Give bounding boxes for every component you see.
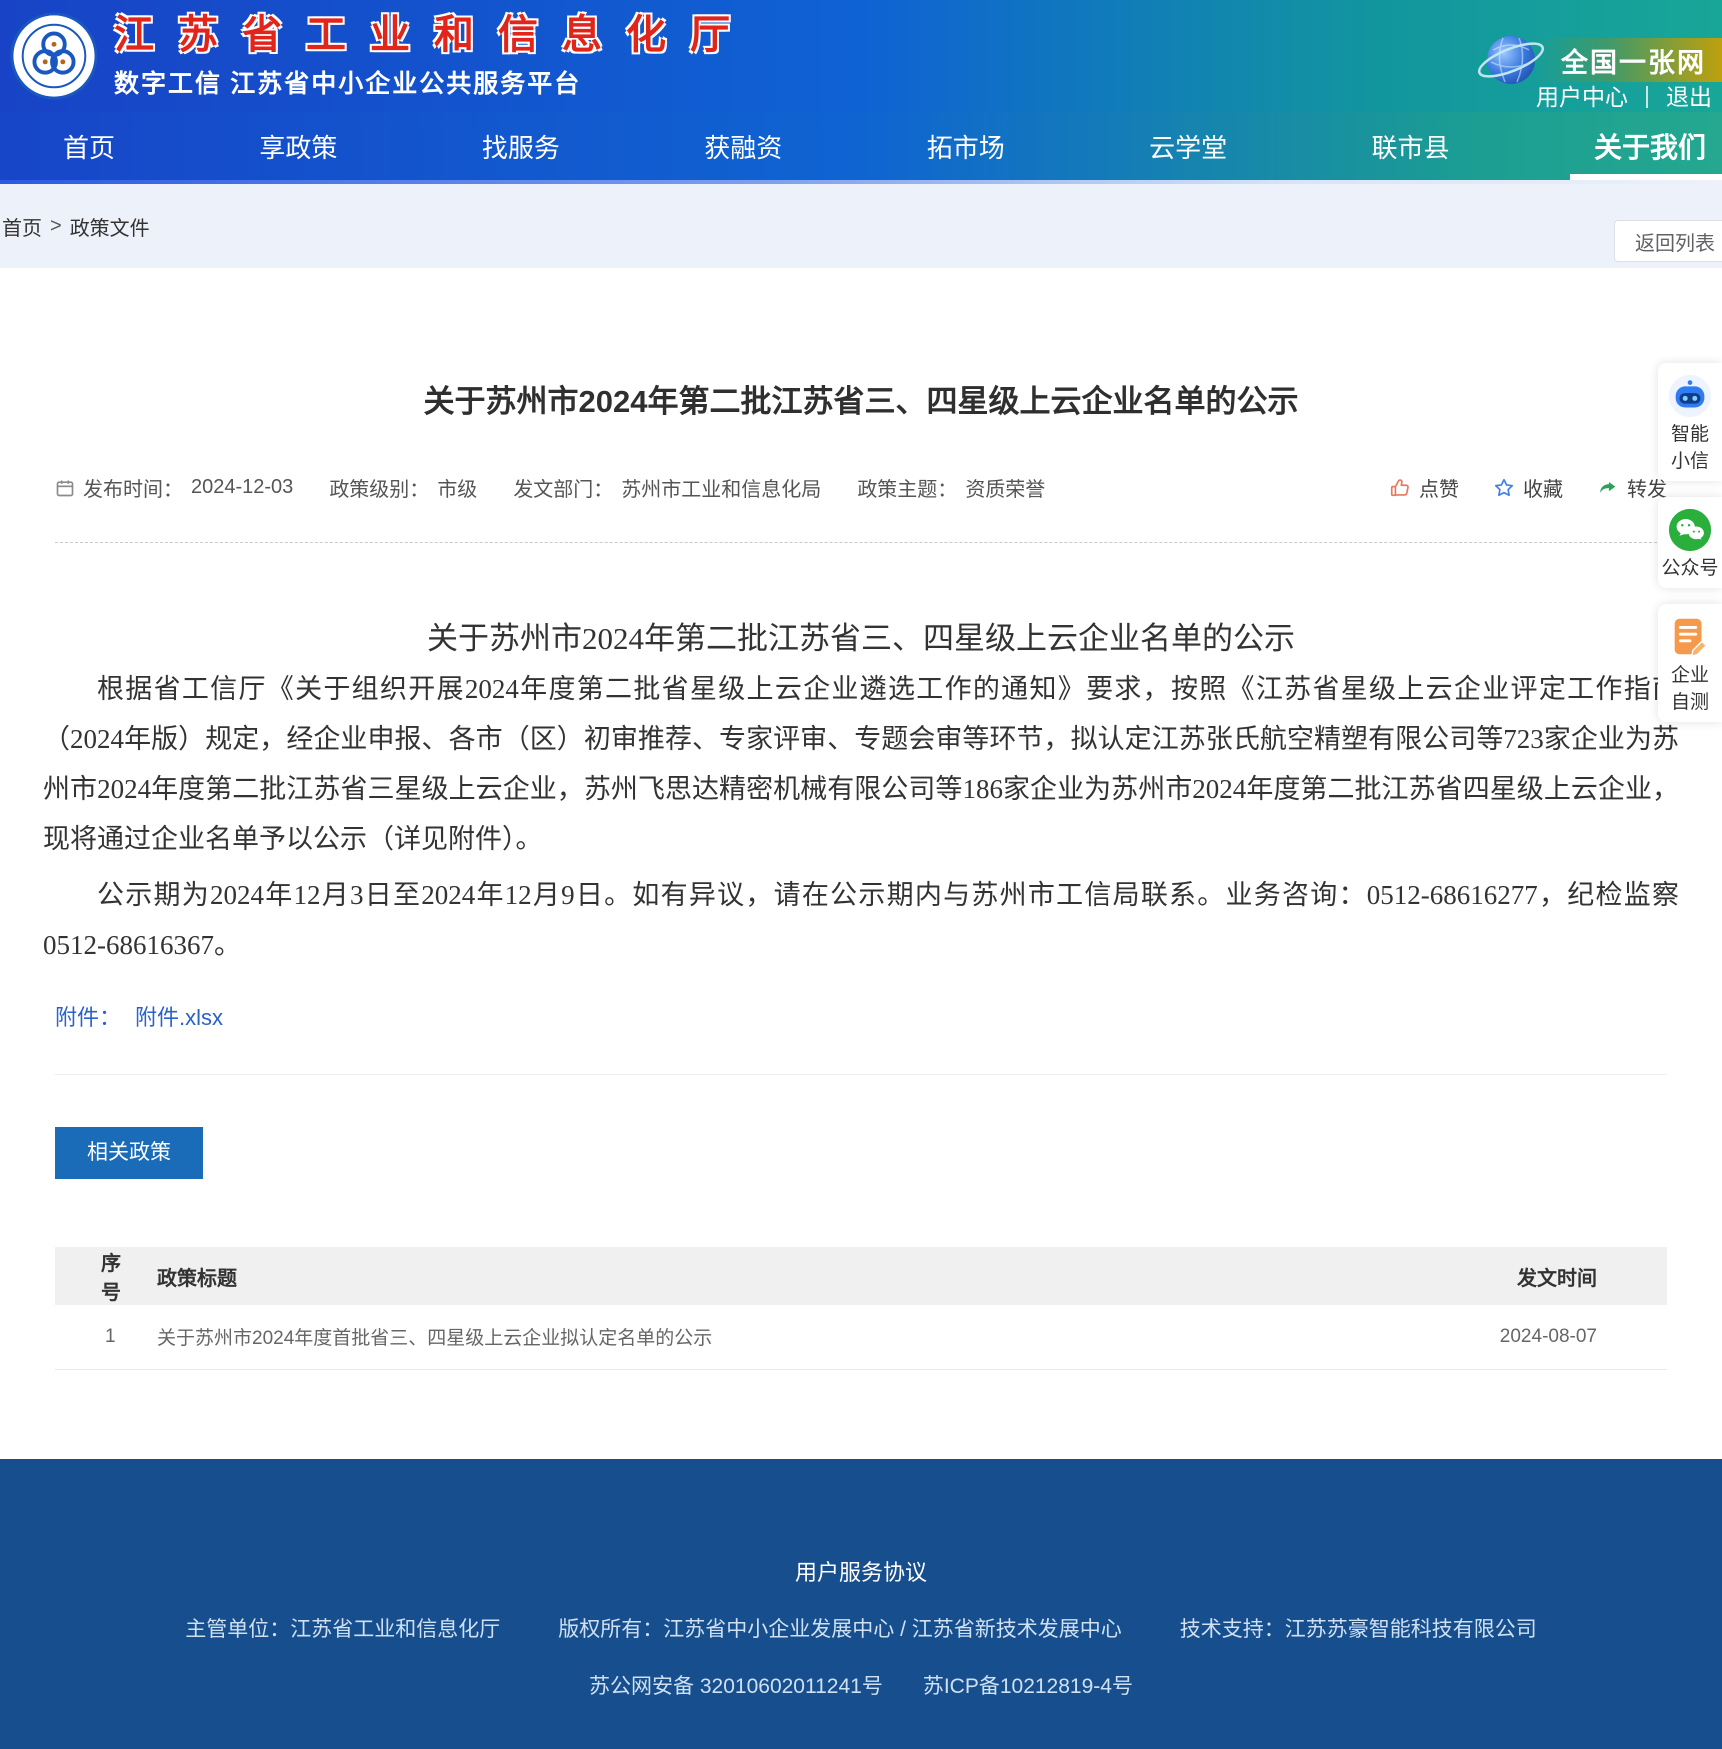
footer-sponsor: 主管单位：江苏省工业和信息化厅 — [185, 1613, 500, 1643]
nav-item-market[interactable]: 拓市场 — [917, 112, 1015, 180]
column-header-no: 序号 — [55, 1247, 145, 1305]
related-policies-button[interactable]: 相关政策 — [55, 1127, 203, 1179]
meta-policy-level: 政策级别： 市级 — [329, 473, 477, 502]
article-meta-row: 发布时间： 2024-12-03 政策级别： 市级 发文部门： 苏州市工业和信息… — [55, 473, 1667, 502]
nav-item-cloud-school[interactable]: 云学堂 — [1139, 112, 1237, 180]
ai-assistant-button[interactable]: 智能 小信 — [1658, 363, 1722, 481]
nav-item-about-us[interactable]: 关于我们 — [1584, 112, 1716, 180]
wechat-icon — [1667, 507, 1713, 553]
logout-link[interactable]: 退出 — [1666, 78, 1712, 112]
user-service-agreement-link[interactable]: 用户服务协议 — [795, 1560, 927, 1585]
brand: 江 苏 省 工 业 和 信 息 化 厅 数字工信 江苏省中小企业公共服务平台 — [10, 12, 737, 100]
net-badge-label: 全国一张网 — [1535, 38, 1722, 82]
back-to-list-button[interactable]: 返回列表 — [1614, 220, 1722, 262]
meta-value: 市级 — [437, 473, 477, 502]
attachment-label: 附件： — [55, 1000, 121, 1032]
meta-label: 发文部门： — [513, 473, 613, 502]
robot-icon — [1667, 373, 1713, 419]
globe-icon — [1473, 22, 1549, 98]
site-title: 江 苏 省 工 业 和 信 息 化 厅 — [114, 12, 737, 58]
main-nav: 首页 享政策 找服务 获融资 拓市场 云学堂 联市县 关于我们 — [0, 112, 1722, 180]
meta-value: 苏州市工业和信息化局 — [621, 473, 821, 502]
breadcrumb-bar: 首页 > 政策文件 返回列表 — [0, 184, 1722, 268]
site-subtitle: 数字工信 江苏省中小企业公共服务平台 — [114, 64, 737, 100]
doc-edit-icon — [1667, 614, 1713, 660]
article-body: 根据省工信厅《关于组织开展2024年度第二批省星级上云企业遴选工作的通知》要求，… — [43, 664, 1679, 970]
light-divider — [55, 1074, 1667, 1075]
table-row: 1 关于苏州市2024年度首批省三、四星级上云企业拟认定名单的公示 2024-0… — [55, 1305, 1667, 1369]
paragraph: 公示期为2024年12月3日至2024年12月9日。如有异议，请在公示期内与苏州… — [43, 870, 1679, 970]
top-header: 江 苏 省 工 业 和 信 息 化 厅 数字工信 江苏省中小企业公共服务平台 全… — [0, 0, 1722, 112]
site-footer: 用户服务协议 主管单位：江苏省工业和信息化厅 版权所有：江苏省中小企业发展中心 … — [0, 1459, 1722, 1749]
footer-support: 技术支持：江苏苏豪智能科技有限公司 — [1180, 1613, 1537, 1643]
footer-police-record[interactable]: 苏公网安备 32010602011241号 — [589, 1670, 883, 1700]
enterprise-self-test-button[interactable]: 企业 自测 — [1658, 604, 1722, 722]
user-row-separator: | — [1644, 82, 1650, 109]
nav-item-services[interactable]: 找服务 — [472, 112, 570, 180]
article-page: 关于苏州市2024年第二批江苏省三、四星级上云企业名单的公示 发布时间： 202… — [0, 268, 1722, 1459]
meta-issuing-dept: 发文部门： 苏州市工业和信息化局 — [513, 473, 821, 502]
footer-copyright: 版权所有：江苏省中小企业发展中心 / 江苏省新技术发展中心 — [558, 1613, 1122, 1643]
attachment-row: 附件： 附件.xlsx — [55, 1000, 1667, 1032]
meta-value: 资质荣誉 — [965, 473, 1045, 502]
meta-label: 政策主题： — [857, 473, 957, 502]
dashed-divider — [55, 542, 1667, 543]
share-icon — [1597, 477, 1619, 499]
attachment-link[interactable]: 附件.xlsx — [135, 1000, 223, 1032]
breadcrumb-home[interactable]: 首页 — [2, 212, 42, 241]
floating-side-panel: 智能 小信 公众号 — [1658, 363, 1722, 722]
nav-item-financing[interactable]: 获融资 — [694, 112, 792, 180]
wechat-official-account-button[interactable]: 公众号 — [1658, 497, 1722, 588]
row-publish-date: 2024-08-07 — [1437, 1305, 1667, 1369]
meta-publish-date: 发布时间： 2024-12-03 — [55, 473, 293, 502]
row-policy-title[interactable]: 关于苏州市2024年度首批省三、四星级上云企业拟认定名单的公示 — [145, 1305, 1437, 1369]
meta-value: 2024-12-03 — [191, 476, 293, 499]
share-button[interactable]: 转发 — [1597, 473, 1667, 502]
row-number: 1 — [55, 1305, 145, 1369]
column-header-date: 发文时间 — [1437, 1247, 1667, 1305]
table-header-row: 序号 政策标题 发文时间 — [55, 1247, 1667, 1305]
user-center-link[interactable]: 用户中心 — [1536, 78, 1628, 112]
meta-policy-topic: 政策主题： 资质荣誉 — [857, 473, 1045, 502]
breadcrumb-current: 政策文件 — [70, 212, 150, 241]
like-button[interactable]: 点赞 — [1389, 473, 1459, 502]
article-subtitle: 关于苏州市2024年第二批江苏省三、四星级上云企业名单的公示 — [55, 613, 1667, 658]
nav-item-counties[interactable]: 联市县 — [1362, 112, 1460, 180]
breadcrumb-separator: > — [50, 215, 62, 238]
meta-label: 发布时间： — [83, 473, 183, 502]
nav-item-home[interactable]: 首页 — [53, 112, 125, 180]
nav-item-policies[interactable]: 享政策 — [249, 112, 347, 180]
meta-label: 政策级别： — [329, 473, 429, 502]
paragraph: 根据省工信厅《关于组织开展2024年度第二批省星级上云企业遴选工作的通知》要求，… — [43, 664, 1679, 864]
calendar-icon — [55, 478, 75, 498]
footer-icp-record[interactable]: 苏ICP备10212819-4号 — [923, 1670, 1133, 1700]
related-policies-table: 序号 政策标题 发文时间 1 关于苏州市2024年度首批省三、四星级上云企业拟认… — [55, 1247, 1667, 1370]
gov-logo-icon — [10, 12, 98, 100]
user-row: 用户中心 | 退出 — [1536, 78, 1712, 112]
page-title: 关于苏州市2024年第二批江苏省三、四星级上云企业名单的公示 — [55, 268, 1667, 421]
thumb-up-icon — [1389, 477, 1411, 499]
star-icon — [1493, 477, 1515, 499]
column-header-title: 政策标题 — [145, 1247, 1437, 1305]
favorite-button[interactable]: 收藏 — [1493, 473, 1563, 502]
